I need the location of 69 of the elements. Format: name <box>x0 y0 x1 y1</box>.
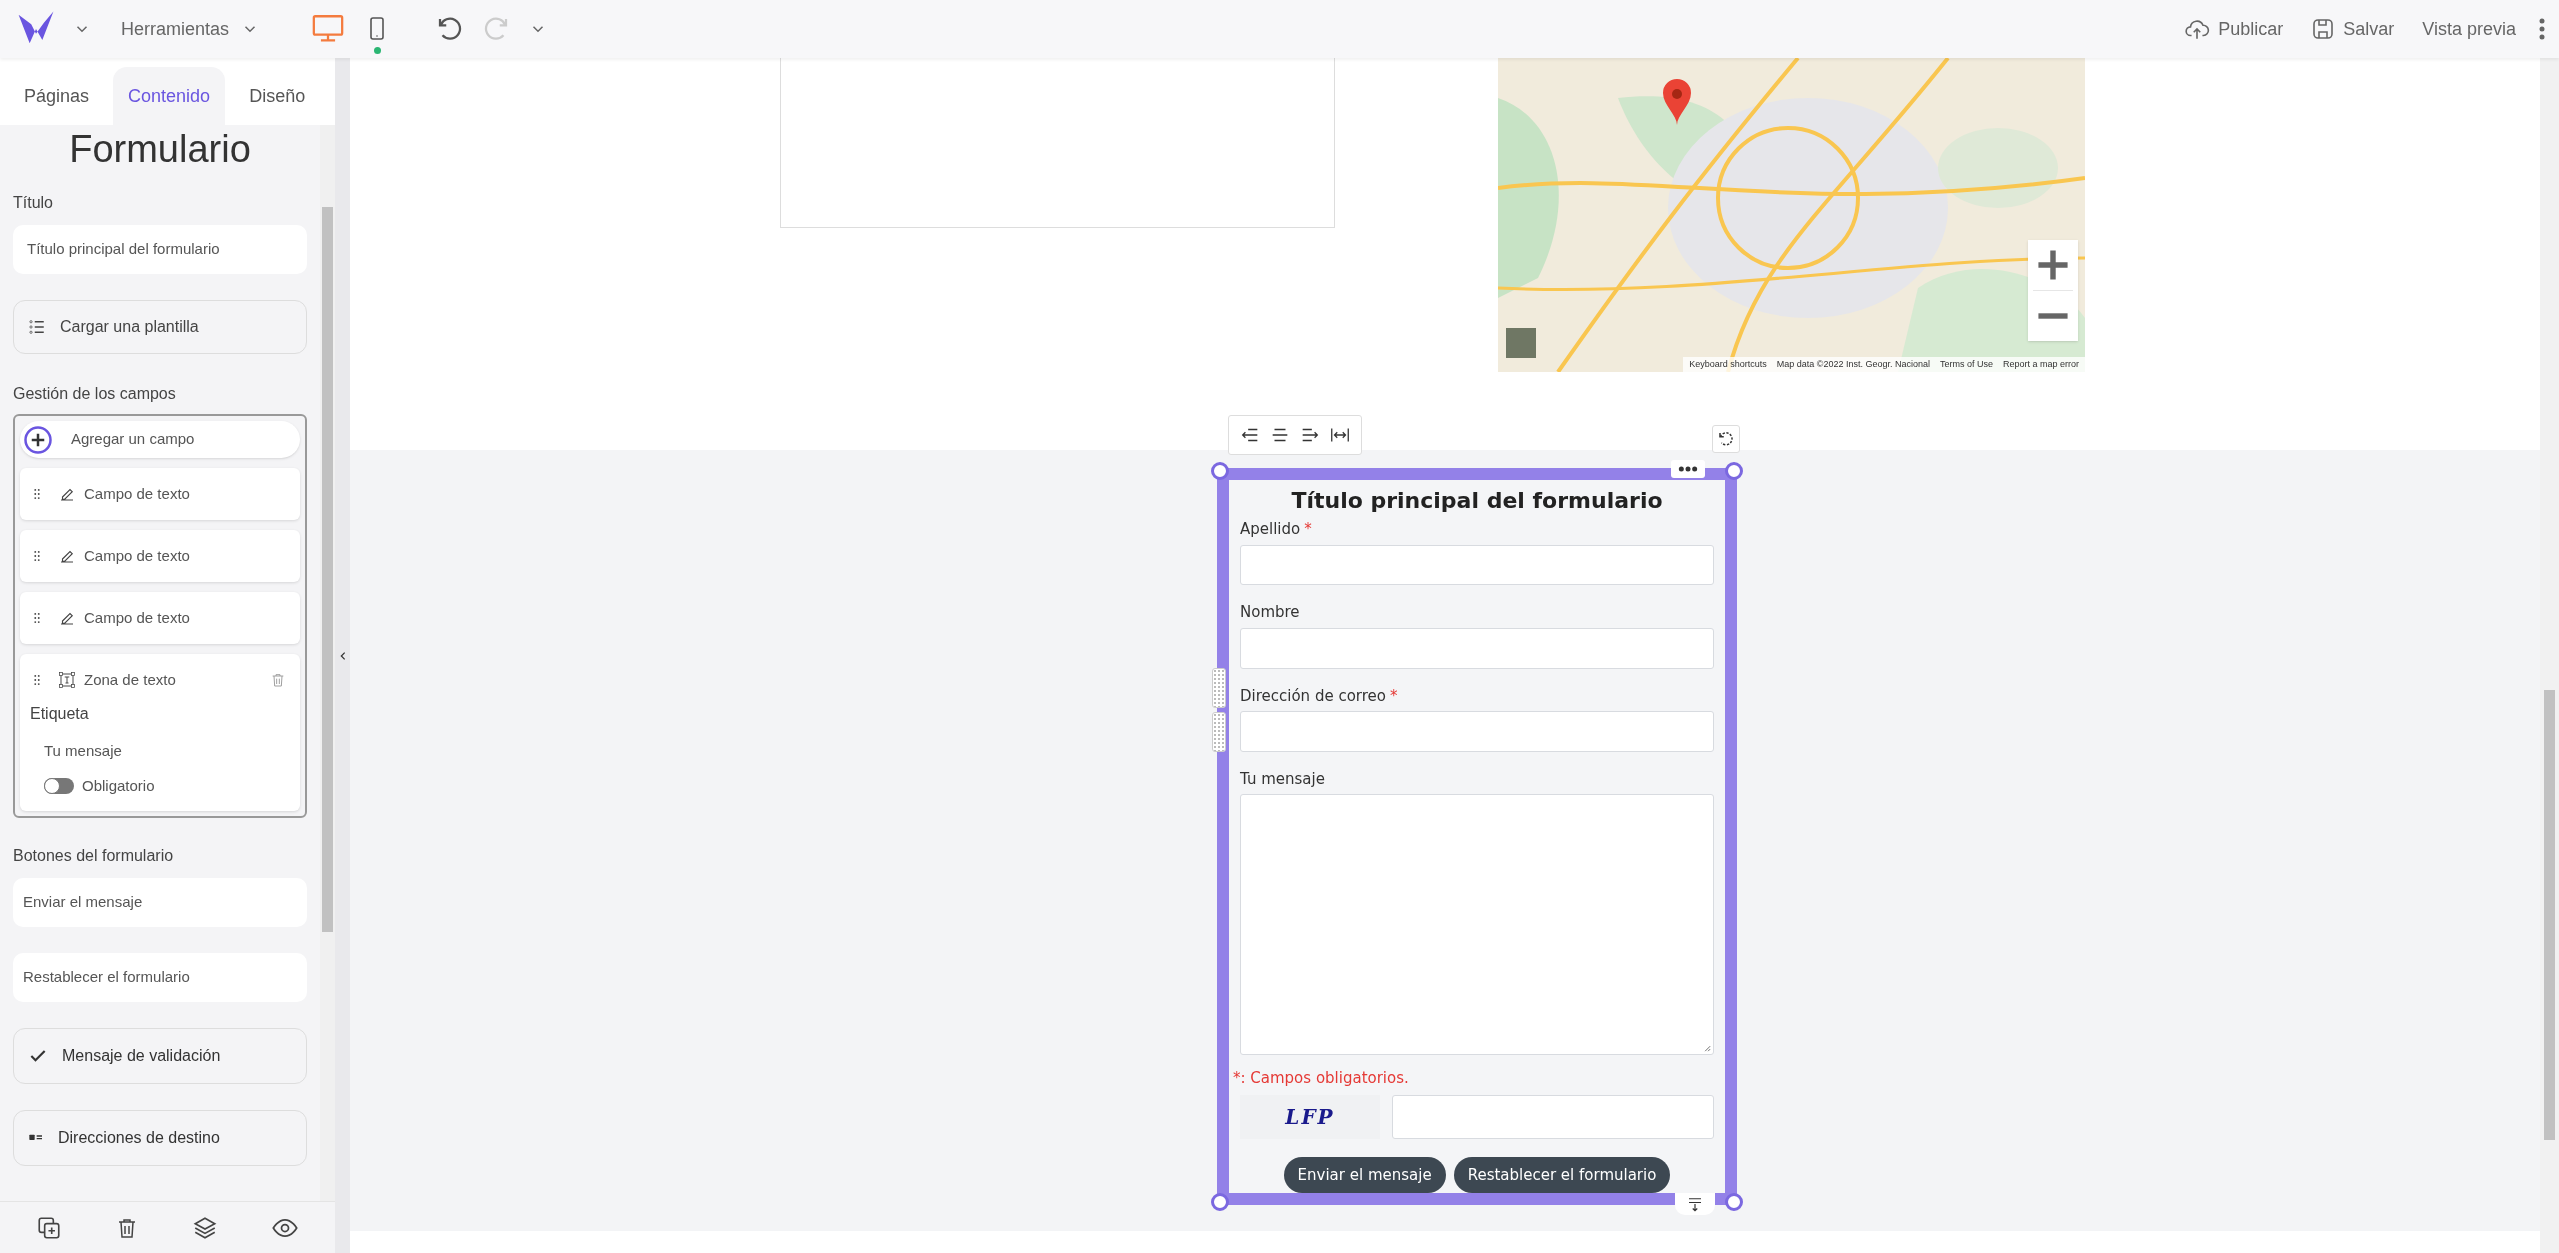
field-label: Tu mensaje <box>1240 768 1325 790</box>
form-button[interactable]: Enviar el mensaje <box>1283 1157 1446 1193</box>
map-link[interactable]: Report a map error <box>2002 357 2079 372</box>
preview-button[interactable]: Vista previa <box>2422 15 2516 43</box>
field-card[interactable]: Campo de texto <box>20 468 300 520</box>
add-field-button[interactable]: Agregar un campo <box>20 421 300 458</box>
captcha-input[interactable] <box>1392 1095 1714 1139</box>
map-link[interactable]: Keyboard shortcuts <box>1689 357 1767 372</box>
validation-message-button[interactable]: Mensaje de validación <box>13 1028 307 1084</box>
text-input[interactable] <box>1240 711 1714 752</box>
sidebar-tab[interactable]: Diseño <box>235 67 320 125</box>
plus-circle-icon <box>23 424 53 455</box>
form-frame[interactable]: Título principal del formulario Apellido * Nombre Dirección de correo * Tu mensaje *: Campos obligatorios. LFP Enviar el mensaje Restablecer el formulario <box>1217 468 1737 1205</box>
field-name: Campo de texto <box>84 483 191 504</box>
save-button[interactable]: Salvar <box>2311 15 2395 43</box>
label-input[interactable]: Tu mensaje <box>30 740 290 763</box>
form-button[interactable]: Restablecer el formulario <box>1453 1157 1671 1193</box>
text-frame-icon <box>58 671 76 689</box>
duplicate-icon[interactable] <box>36 1214 63 1241</box>
section-label: Botones del formulario <box>13 846 175 866</box>
reset-button[interactable] <box>1712 425 1740 453</box>
resize-handle[interactable] <box>1725 462 1743 480</box>
button-text-input[interactable]: Enviar el mensaje <box>13 878 307 927</box>
insert-below-button[interactable] <box>1675 1193 1715 1215</box>
more-vertical-icon[interactable] <box>2538 16 2546 42</box>
drag-handle[interactable] <box>1212 668 1226 708</box>
field-name: Campo de texto <box>84 607 191 628</box>
toggle-label: Obligatorio <box>82 775 155 796</box>
load-template-button[interactable]: Cargar una plantilla <box>13 300 307 354</box>
panel-heading: Formulario <box>68 127 252 171</box>
sidebar-tab[interactable]: Páginas <box>10 67 104 125</box>
required-mark: * <box>1390 685 1398 707</box>
required-note: *: Campos obligatorios. <box>1233 1067 1410 1089</box>
field-name: Zona de texto <box>84 669 177 690</box>
publish-button[interactable]: Publicar <box>2184 15 2284 43</box>
resize-handle[interactable] <box>1725 1193 1743 1211</box>
text-input[interactable] <box>1240 544 1714 586</box>
rotate-icon <box>1717 430 1735 448</box>
toggle-switch[interactable] <box>44 777 74 794</box>
field-card[interactable]: Campo de texto <box>20 592 300 644</box>
more-horizontal-icon <box>1678 465 1698 473</box>
field-label: Nombre <box>1240 602 1300 624</box>
scrollbar[interactable] <box>320 125 335 1201</box>
button-text-input[interactable]: Restablecer el formulario <box>13 953 307 1002</box>
field-card[interactable]: Campo de texto <box>20 530 300 582</box>
captcha-image: LFP <box>1240 1095 1380 1139</box>
field-label: Etiqueta <box>30 704 90 724</box>
form-title: Título principal del formulario <box>1290 487 1664 515</box>
map-attribution: Map data ©2022 Inst. Geogr. Nacional <box>1776 357 1930 371</box>
scrollbar[interactable] <box>2540 58 2559 1253</box>
required-mark: * <box>1304 519 1312 540</box>
resize-handle[interactable] <box>1211 462 1229 480</box>
insert-below-icon <box>1686 1195 1704 1213</box>
drag-handle[interactable] <box>1212 712 1226 752</box>
recipients-button[interactable]: Direcciones de destino <box>13 1110 307 1166</box>
text-input[interactable] <box>1240 627 1714 669</box>
field-label: Título <box>13 193 54 213</box>
tools-menu[interactable]: Herramientas <box>121 15 260 43</box>
resize-handle[interactable] <box>1211 1193 1229 1211</box>
field-card[interactable]: Zona de texto Etiqueta Tu mensaje Obligatorio <box>20 654 300 811</box>
field-label: Dirección de correo <box>1240 685 1386 707</box>
map-link[interactable]: Terms of Use <box>1939 357 1993 372</box>
title-input[interactable]: Título principal del formulario <box>13 225 307 274</box>
more-button[interactable] <box>1671 460 1705 478</box>
field-label: Apellido <box>1240 519 1301 540</box>
list-icon <box>28 318 46 336</box>
sidebar-tab[interactable]: Contenido <box>113 67 226 125</box>
field-name: Campo de texto <box>84 545 191 566</box>
section-label: Gestión de los campos <box>13 384 177 404</box>
